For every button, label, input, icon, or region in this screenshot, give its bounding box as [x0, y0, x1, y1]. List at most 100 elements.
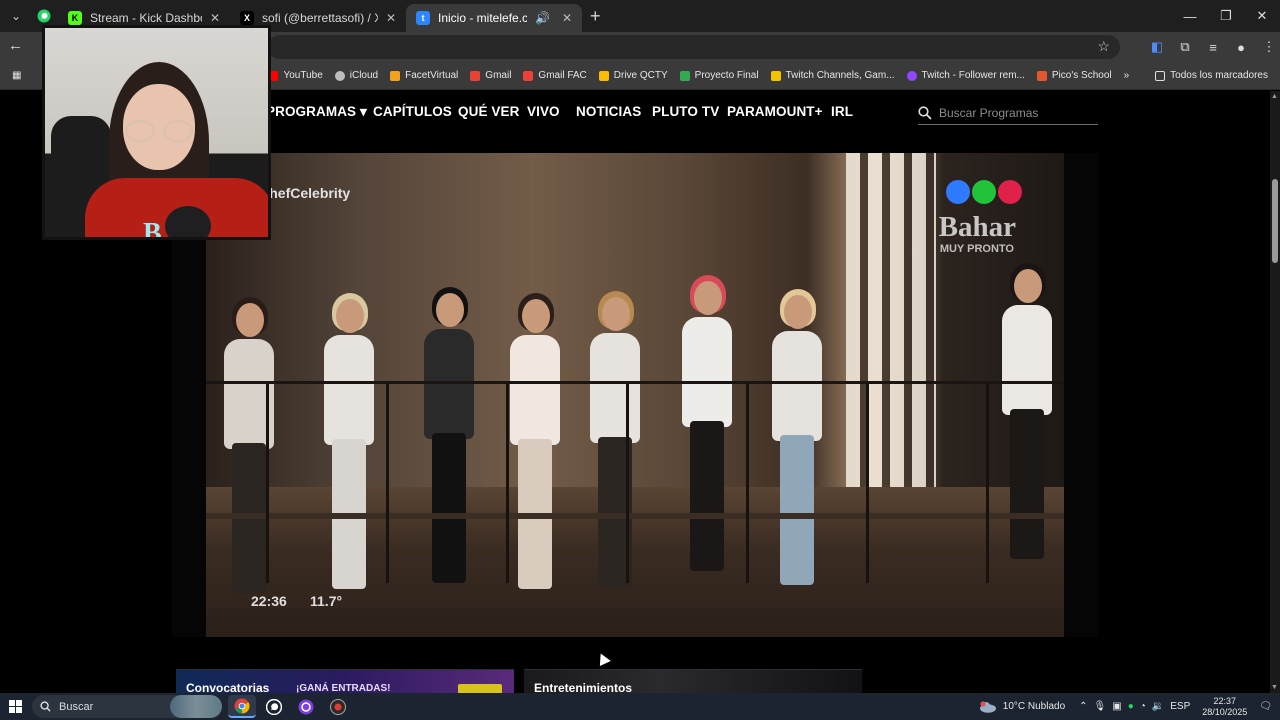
microphone-icon[interactable]: 🎙 — [1094, 701, 1107, 712]
bookmark-youtube[interactable]: YouTube — [262, 70, 328, 81]
scroll-thumb[interactable] — [1272, 179, 1278, 263]
tab-mitelefe[interactable]: t Inicio - mitelefe.com 🔊 ✕ — [406, 4, 582, 32]
nav-irl[interactable]: IRL — [831, 104, 853, 119]
windows-logo-icon — [8, 700, 22, 713]
minimize-icon[interactable]: — — [1172, 0, 1208, 32]
railing-post — [386, 383, 389, 583]
live-video-frame[interactable]: MasterChefCelebrity Bahar MUY PRONTO 22:… — [206, 153, 1064, 637]
start-button[interactable] — [0, 693, 30, 720]
contestant — [318, 293, 380, 599]
clock[interactable]: 22:37 28/10/2025 — [1202, 696, 1247, 718]
bookmarks-overflow-button[interactable]: » — [1118, 70, 1136, 81]
taskbar-search-label: Buscar — [59, 700, 94, 713]
back-arrow-icon[interactable]: ← — [8, 37, 23, 54]
nav-programas[interactable]: PROGRAMAS ▾ — [266, 104, 367, 120]
extensions-puzzle-icon[interactable]: ⧉ — [1174, 36, 1196, 58]
clock-time: 22:37 — [1213, 695, 1237, 706]
search-highlight-image — [170, 695, 222, 718]
kick-icon: K — [68, 11, 82, 25]
bookmark-proyecto-final[interactable]: Proyecto Final — [674, 70, 765, 81]
close-tab-icon[interactable]: ✕ — [562, 11, 572, 25]
bookmark-picos-school[interactable]: Pico's School — [1031, 70, 1118, 81]
contestant — [766, 289, 828, 595]
taskbar-search[interactable]: Buscar — [32, 695, 222, 718]
new-tab-button[interactable]: + — [590, 6, 601, 27]
railing-post — [626, 383, 629, 583]
scroll-up-icon[interactable]: ▲ — [1271, 93, 1278, 100]
page-scrollbar[interactable]: ▲ ▼ — [1270, 91, 1280, 693]
nav-noticias[interactable]: NOTICIAS — [576, 104, 641, 119]
all-bookmarks-folder[interactable]: Todos los marcadores — [1149, 70, 1274, 81]
profile-avatar-icon[interactable]: ● — [1230, 36, 1252, 58]
volume-icon[interactable]: 🔉 — [1152, 701, 1164, 712]
bookmark-star-icon[interactable]: ☆ — [1097, 38, 1110, 55]
network-icon[interactable]: ◔ — [1140, 701, 1146, 712]
media-controls-icon[interactable]: ≡ — [1202, 36, 1224, 58]
bookmark-label: Proyecto Final — [694, 70, 759, 81]
chevron-up-icon[interactable]: ⌃ — [1079, 701, 1087, 712]
whatsapp-icon — [37, 9, 51, 23]
nav-vivo[interactable]: VIVO — [527, 104, 560, 119]
nav-capitulos[interactable]: CAPÍTULOS — [373, 104, 452, 119]
twitch-tools-icon — [770, 70, 781, 81]
apps-grid-icon[interactable]: ▦ — [6, 70, 27, 81]
mouse-cursor-icon — [595, 650, 611, 667]
weather-text: 10°C Nublado — [1002, 701, 1066, 712]
tab-title: Stream - Kick Dashboard — [90, 11, 202, 25]
bookmark-label: Pico's School — [1051, 70, 1112, 81]
whatsapp-app[interactable] — [260, 695, 288, 718]
close-window-icon[interactable]: ✕ — [1244, 0, 1280, 32]
nav-que-ver[interactable]: QUÉ VER — [458, 104, 519, 119]
program-search[interactable] — [918, 101, 1098, 125]
language-indicator[interactable]: ESP — [1170, 701, 1190, 712]
capture-icon — [330, 698, 346, 715]
extension-icons: ◧ ⧉ ≡ ● ⋮ — [1146, 36, 1280, 58]
nav-pluto-tv[interactable]: PLUTO TV — [652, 104, 719, 119]
address-bar[interactable]: ☆ — [268, 35, 1120, 59]
contestant — [584, 291, 646, 597]
railing-post — [986, 383, 989, 583]
content-cards: Convocatorias ¡GANÁ ENTRADAS! Entretenim… — [172, 669, 1098, 693]
translate-icon[interactable]: ◧ — [1146, 36, 1168, 58]
folder-icon — [1155, 70, 1166, 81]
menu-kebab-icon[interactable]: ⋮ — [1258, 36, 1280, 58]
card-convocatorias[interactable]: Convocatorias ¡GANÁ ENTRADAS! — [176, 669, 514, 693]
tab-search-chevron-icon[interactable]: ⌄ — [2, 2, 30, 30]
logo-dot-blue — [946, 180, 970, 204]
weather-widget[interactable]: 10°C Nublado — [979, 700, 1066, 713]
tab-title: sofi (@berrettasofi) / X — [262, 11, 378, 25]
bookmark-gmail-fac[interactable]: Gmail FAC — [517, 70, 592, 81]
glasses-icon — [125, 120, 195, 144]
obs-app[interactable] — [292, 695, 320, 718]
scroll-down-icon[interactable]: ▼ — [1271, 684, 1278, 691]
bookmark-label: Twitch - Follower rem... — [921, 70, 1025, 81]
clock-date: 28/10/2025 — [1202, 706, 1248, 717]
restore-icon[interactable]: ❐ — [1208, 0, 1244, 32]
nav-paramount[interactable]: PARAMOUNT+ — [727, 104, 823, 119]
webcam-logo-mark: B — [143, 218, 162, 240]
bookmark-twitch-follower[interactable]: Twitch - Follower rem... — [901, 70, 1031, 81]
bookmark-facetvirtual[interactable]: FacetVirtual — [384, 70, 464, 81]
record-app[interactable] — [324, 695, 352, 718]
video-player[interactable]: MasterChefCelebrity Bahar MUY PRONTO 22:… — [172, 153, 1098, 637]
card-entretenimientos[interactable]: Entretenimientos — [524, 669, 862, 693]
notifications-icon[interactable]: 🗨 — [1259, 701, 1272, 712]
display-icon[interactable]: ▣ — [1112, 701, 1121, 712]
broadcast-temperature: 11.7° — [310, 593, 343, 609]
bookmark-gmail[interactable]: Gmail — [464, 70, 517, 81]
search-input[interactable] — [939, 105, 1089, 120]
bookmark-drive-qcty[interactable]: Drive QCTY — [593, 70, 674, 81]
broadcast-time: 22:36 — [251, 593, 287, 609]
audio-playing-icon[interactable]: 🔊 — [535, 11, 550, 25]
spotify-icon[interactable]: ● — [1128, 701, 1134, 712]
railing — [206, 381, 1064, 384]
facet-icon — [390, 70, 401, 81]
contestant — [504, 293, 566, 599]
close-tab-icon[interactable]: ✕ — [210, 11, 220, 25]
bookmark-twitch-channels[interactable]: Twitch Channels, Gam... — [765, 70, 901, 81]
close-tab-icon[interactable]: ✕ — [386, 11, 396, 25]
chrome-app[interactable] — [228, 695, 256, 718]
bookmark-icloud[interactable]: iCloud — [329, 70, 384, 81]
cloud-icon — [979, 700, 996, 713]
bookmark-label: Twitch Channels, Gam... — [785, 70, 895, 81]
